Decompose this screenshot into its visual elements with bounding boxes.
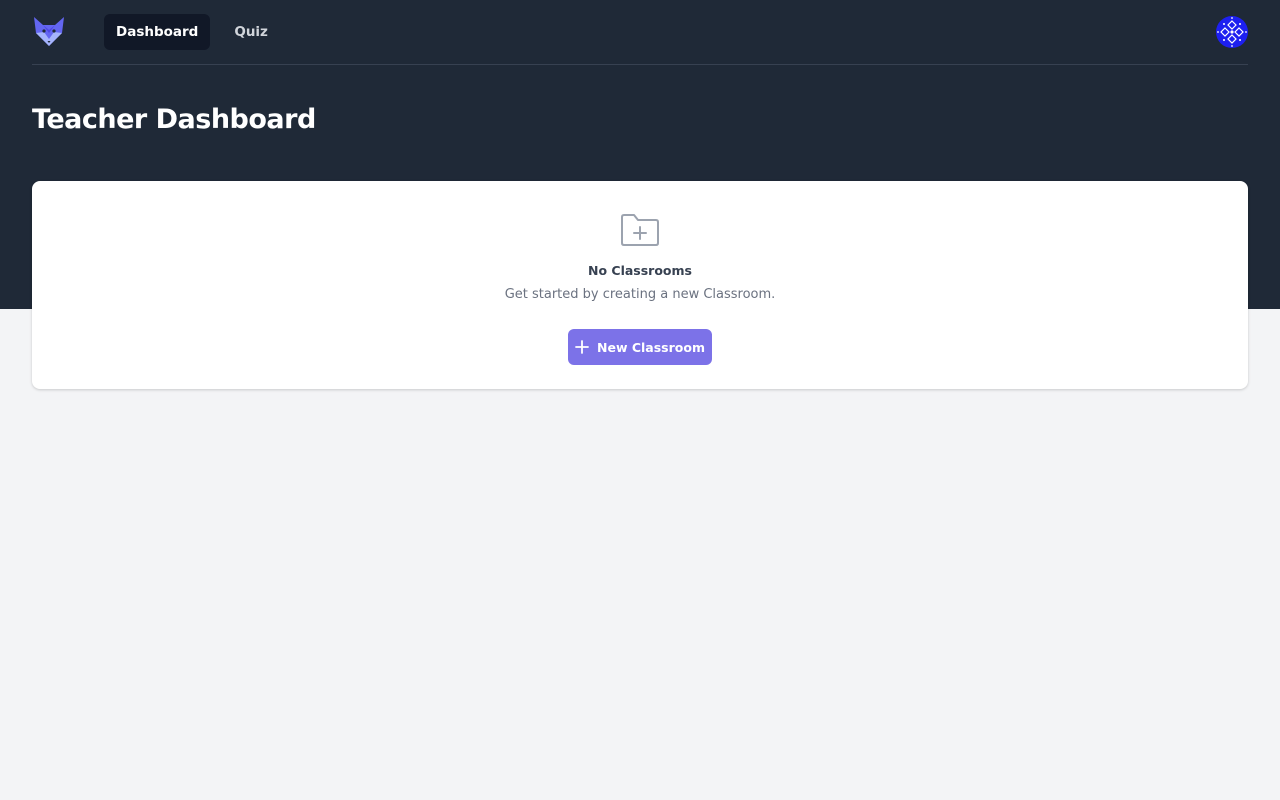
new-classroom-button[interactable]: New Classroom <box>568 329 712 365</box>
new-classroom-label: New Classroom <box>597 339 705 355</box>
empty-state-card: No Classrooms Get started by creating a … <box>32 181 1248 389</box>
page-title: Teacher Dashboard <box>32 104 316 135</box>
avatar-pattern-icon <box>1216 16 1248 48</box>
tab-quiz[interactable]: Quiz <box>222 14 280 50</box>
nav-tabs: Dashboard Quiz <box>104 14 280 50</box>
empty-state-title: No Classrooms <box>588 263 692 278</box>
tab-dashboard[interactable]: Dashboard <box>104 14 211 50</box>
plus-icon <box>575 340 589 354</box>
top-navigation: Dashboard Quiz <box>32 0 1248 65</box>
folder-plus-icon <box>620 213 660 247</box>
user-avatar[interactable] <box>1216 16 1248 48</box>
empty-state-subtitle: Get started by creating a new Classroom. <box>504 287 776 302</box>
fox-logo-icon[interactable] <box>32 15 66 49</box>
